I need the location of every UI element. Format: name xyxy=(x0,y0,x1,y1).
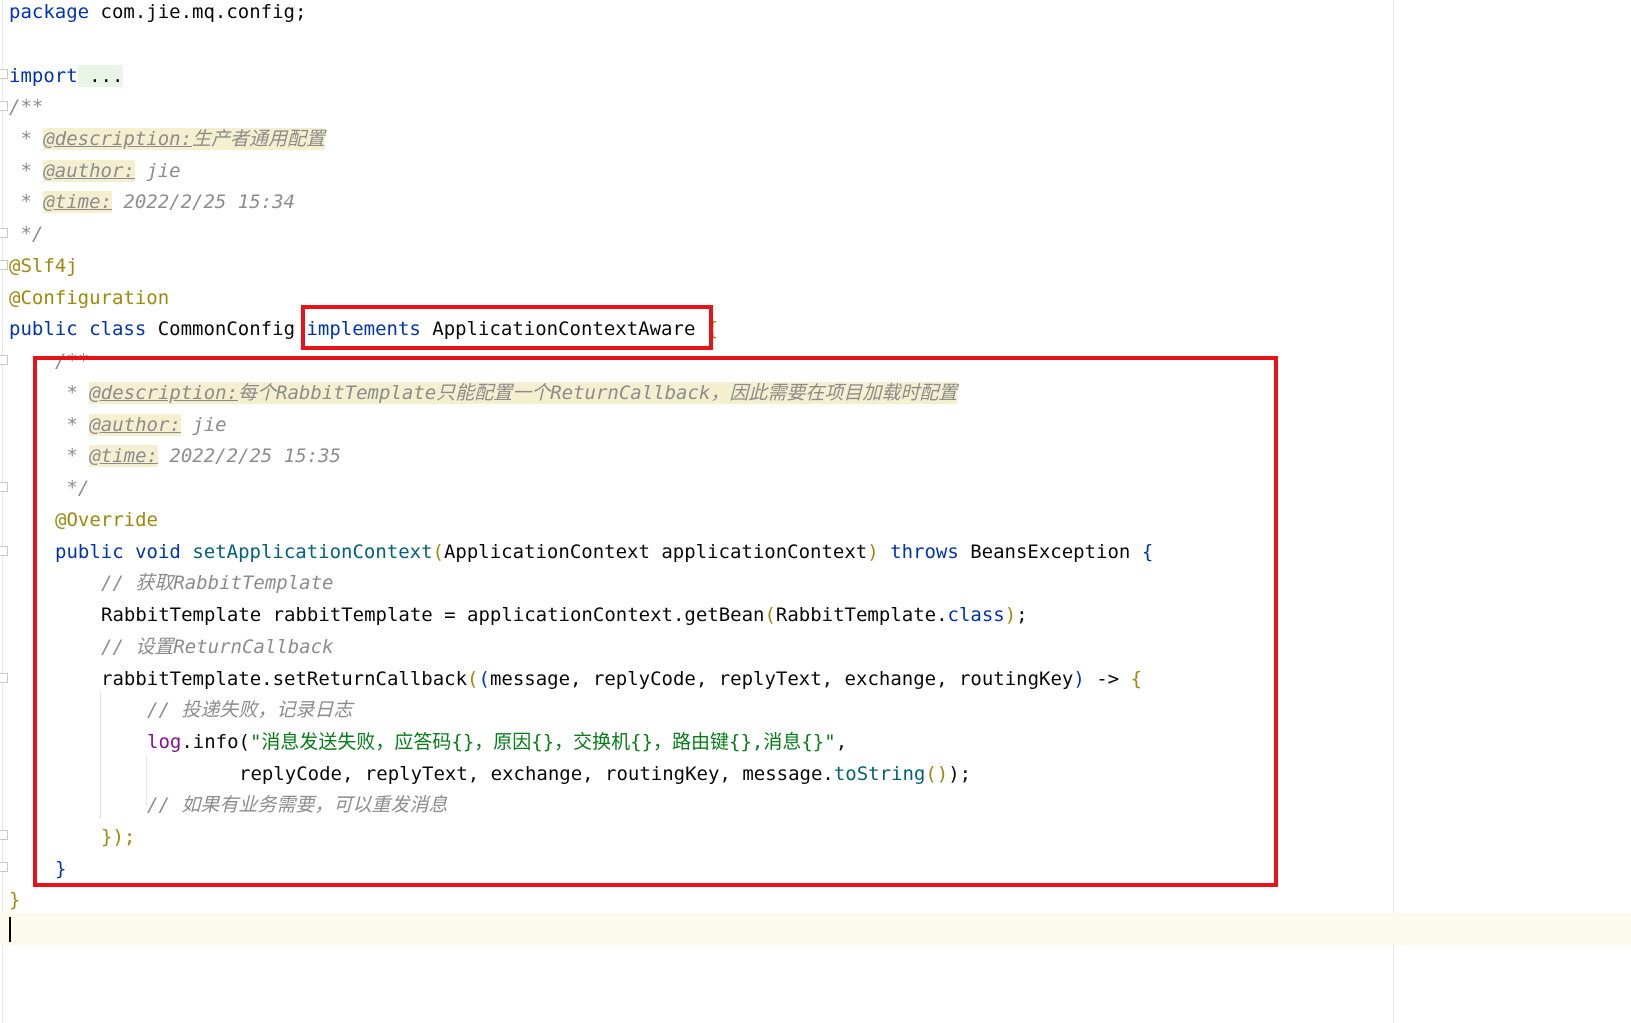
fold-icon[interactable] xyxy=(0,101,8,111)
fold-icon[interactable] xyxy=(0,546,8,556)
text-caret xyxy=(9,917,11,942)
code-line: */ xyxy=(9,223,44,245)
fold-icon[interactable] xyxy=(0,355,8,365)
fold-icon[interactable] xyxy=(0,862,8,872)
implements-highlight-box xyxy=(301,305,713,350)
fold-icon[interactable] xyxy=(0,228,8,238)
code-line: @Configuration xyxy=(9,287,170,309)
right-margin-guide xyxy=(1393,0,1394,1023)
code-line: * @time: 2022/2/25 15:34 xyxy=(9,191,295,213)
code-line: @Slf4j xyxy=(9,255,78,277)
fold-icon[interactable] xyxy=(0,482,8,492)
current-line-highlight xyxy=(0,913,1631,945)
code-line: import ... xyxy=(9,65,124,87)
code-line: } xyxy=(9,889,21,911)
code-line: * @author: jie xyxy=(9,160,181,182)
fold-icon[interactable] xyxy=(0,260,8,270)
folded-imports[interactable]: ... xyxy=(77,65,124,87)
fold-icon[interactable] xyxy=(0,830,8,840)
code-line: * @description:生产者通用配置 xyxy=(9,128,326,150)
code-line: /** xyxy=(9,96,44,118)
code-editor[interactable]: package com.jie.mq.config; import ... /*… xyxy=(0,0,1631,1023)
method-highlight-box xyxy=(33,356,1278,887)
code-line: package com.jie.mq.config; xyxy=(9,1,307,23)
fold-icon[interactable] xyxy=(0,69,8,79)
fold-icon[interactable] xyxy=(0,673,8,683)
